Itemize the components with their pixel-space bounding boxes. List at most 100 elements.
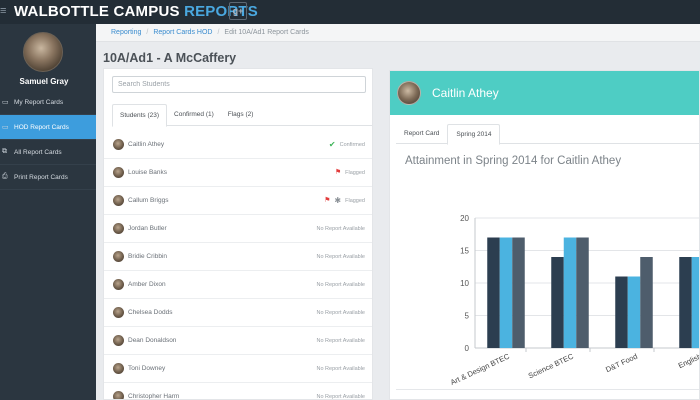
x-tick-label: Science BTEC [527,351,576,380]
breadcrumb-current: Edit 10A/Ad1 Report Cards [224,29,309,36]
status-label: Flagged [345,169,365,176]
list-item[interactable]: Dean Donaldson No Report Available [104,327,372,355]
chart-bar [640,257,653,348]
chart-bar [499,237,513,348]
sidebar-item-hod-report-cards[interactable]: ▭ HOD Report Cards [0,115,96,140]
student-name: Louise Banks [128,169,168,176]
chart-bar [512,237,525,348]
avatar [113,391,124,399]
sidebar-item-label: All Report Cards [14,148,62,156]
y-tick-label: 15 [460,247,469,256]
file-icon: ▭ [2,124,9,131]
student-name: Bridie Cribbin [128,253,168,260]
avatar [113,279,124,290]
check-icon: ✔ [328,139,336,149]
student-name: Christopher Harm [128,393,180,400]
app-brand[interactable]: WALBOTTLE CAMPUS REPORTS [14,3,258,20]
top-bar: ≡ WALBOTTLE CAMPUS REPORTS g+ [0,0,700,24]
status-badge: No Report Available [316,226,365,232]
avatar[interactable] [23,32,63,72]
sidebar: Samuel Gray ▭ My Report Cards ▭ HOD Report … [0,24,96,400]
search-input[interactable] [112,76,366,93]
status-label: No Report Available [316,309,365,316]
y-tick-label: 20 [460,214,469,223]
tab-confirmed[interactable]: Confirmed (1) [167,104,221,126]
breadcrumb-link-report-cards-hod[interactable]: Report Cards HOD [153,29,212,36]
tab-students[interactable]: Students (23) [112,104,168,127]
list-item[interactable]: Bridie Cribbin No Report Available [104,243,372,271]
print-icon: ⎙ [2,173,8,180]
x-tick-label: English [677,352,700,371]
status-label: No Report Available [316,337,365,344]
list-item[interactable]: Chelsea Dodds No Report Available [104,299,372,327]
google-plus-icon[interactable]: g+ [229,2,247,20]
sidebar-item-all-report-cards[interactable]: ⧉ All Report Cards [0,140,96,165]
status-badge: No Report Available [316,254,365,260]
avatar [113,363,124,374]
breadcrumb-separator: / [146,29,149,36]
asterisk-icon: ✱ [334,195,342,205]
list-item[interactable]: Toni Downey No Report Available [104,355,372,383]
status-label: No Report Available [316,253,365,260]
status-badge: No Report Available [316,310,365,316]
y-tick-label: 0 [465,344,470,353]
list-item[interactable]: Louise Banks ⚑ Flagged [104,159,372,187]
page-title: 10A/Ad1 - A McCaffery [103,51,237,65]
student-name: Jordan Butler [128,225,167,232]
avatar [113,223,124,234]
status-badge: ✔ Confirmed [328,139,365,149]
avatar [113,195,124,206]
breadcrumb-separator: / [217,29,220,36]
status-badge: ⚑ ✱ Flagged [324,195,365,205]
sidebar-item-label: My Report Cards [14,98,64,106]
chart-bar [615,276,628,348]
sidebar-item-label: Print Report Cards [14,173,68,181]
brand-main: WALBOTTLE CAMPUS [14,3,185,20]
student-name: Amber Dixon [128,281,166,288]
avatar [113,307,124,318]
status-label: No Report Available [316,281,365,288]
status-label: Confirmed [339,141,365,148]
avatar [113,167,124,178]
x-tick-label: Art & Design BTEC [449,351,512,387]
student-detail-panel: Caitlin Athey Report Card Spring 2014 Att… [389,70,700,400]
sidebar-item-my-report-cards[interactable]: ▭ My Report Cards [0,90,96,115]
avatar [113,251,124,262]
status-badge: No Report Available [316,338,365,344]
breadcrumb: Reporting / Report Cards HOD / Edit 10A/Ad1 … [96,24,700,42]
student-name: Callum Briggs [128,197,169,204]
chart-bar [627,276,641,348]
flag-icon: ⚑ [334,169,342,176]
student-name: Toni Downey [128,365,166,372]
list-item[interactable]: Christopher Harm No Report Available [104,383,372,400]
list-item[interactable]: Caitlin Athey ✔ Confirmed [104,131,372,159]
x-tick-label: D&T Food [604,352,639,375]
list-item[interactable]: Amber Dixon No Report Available [104,271,372,299]
sidebar-item-label: HOD Report Cards [14,123,69,131]
list-item[interactable]: Jordan Butler No Report Available [104,215,372,243]
attainment-chart: 0 5 10 15 20 Art & Design BTEC Science BTEC D&T… [449,214,700,387]
avatar [113,139,124,150]
divider [396,389,699,390]
chart-bar [691,257,699,348]
students-tabs: Students (23) Confirmed (1) Flags (2) [112,104,372,127]
students-panel: Students (23)Confirmed (1)Flags (2) Cait… [103,68,373,400]
copy-icon: ⧉ [2,148,7,155]
file-icon: ▭ [2,99,9,106]
hamburger-icon[interactable]: ≡ [0,5,6,17]
username: Samuel Gray [19,77,69,86]
list-item[interactable]: Callum Briggs ⚑ ✱ Flagged [104,187,372,215]
student-name: Chelsea Dodds [128,309,173,316]
sidebar-item-print-report-cards[interactable]: ⎙ Print Report Cards [0,165,96,190]
chart-bar [551,257,564,348]
status-label: No Report Available [316,365,365,372]
students-list: Caitlin Athey ✔ Confirmed Louise Banks ⚑ Flag… [104,131,372,400]
breadcrumb-link-reporting[interactable]: Reporting [111,29,141,36]
y-tick-label: 10 [460,279,469,288]
y-tick-label: 5 [465,312,470,321]
avatar [113,335,124,346]
tab-flags[interactable]: Flags (2) [221,104,261,126]
status-label: No Report Available [316,393,365,400]
chart-bar [576,237,589,348]
chart-bar [679,257,692,348]
